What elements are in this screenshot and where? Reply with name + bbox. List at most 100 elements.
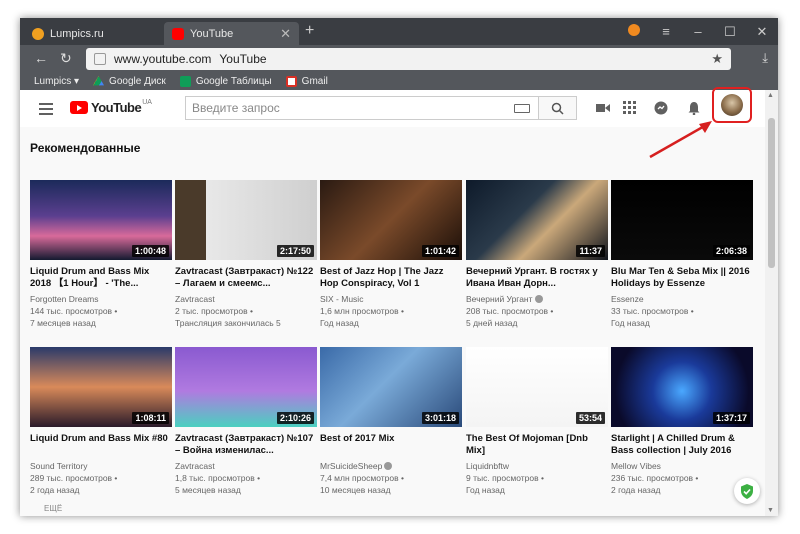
download-icon[interactable]: ⤓ (762, 50, 768, 66)
video-thumbnail[interactable]: 1:01:42 (320, 180, 462, 260)
video-card[interactable]: 1:08:11 Liquid Drum and Bass Mix #80 Sound… (30, 347, 172, 496)
keyboard-icon[interactable] (514, 104, 530, 113)
close-tab-icon[interactable]: ✕ (280, 26, 291, 42)
extension-icon[interactable] (618, 24, 650, 39)
logo-text: YouTube (91, 100, 142, 115)
channel-row: SIX - Music (320, 293, 462, 305)
avatar[interactable] (721, 94, 743, 116)
youtube-logo[interactable]: YouTube UA (70, 99, 152, 115)
view-count: 1,8 тыс. просмотров • (175, 473, 261, 483)
protect-shield-icon[interactable] (734, 478, 760, 504)
video-card[interactable]: 11:37 Вечерний Ургант. В гостях у Ивана И… (466, 180, 608, 329)
bookmark-label: Google Таблицы (195, 76, 272, 87)
channel-row: Вечерний Ургант (466, 293, 608, 305)
channel-name[interactable]: Zavtracast (175, 294, 215, 304)
upload-age: Год назад (466, 485, 505, 495)
channel-name[interactable]: Вечерний Ургант (466, 294, 533, 304)
upload-age: Год назад (611, 318, 650, 328)
video-title[interactable]: Zavtracast (Завтракаст) №107 – Война изм… (175, 433, 317, 457)
view-count: 33 тыс. просмотров • (611, 306, 694, 316)
tab-youtube[interactable]: YouTube ✕ (164, 22, 299, 45)
video-duration: 2:06:38 (712, 245, 750, 257)
verified-badge-icon (384, 462, 393, 470)
main-content: Рекомендованные 1:00:48 Liquid Drum and B… (20, 127, 765, 516)
reload-icon[interactable]: ↻ (60, 50, 72, 67)
video-card[interactable]: 2:17:50 Zavtracast (Завтракаст) №122 – Ла… (175, 180, 317, 329)
video-thumbnail[interactable]: 1:00:48 (30, 180, 172, 260)
view-count: 144 тыс. просмотров • (30, 306, 118, 316)
apps-grid-icon[interactable] (623, 101, 637, 115)
upload-video-icon[interactable] (596, 101, 610, 115)
page-scrollbar[interactable]: ▲ ▼ (765, 90, 778, 516)
video-title[interactable]: Blu Mar Ten & Seba Mix || 2016 Holidays … (611, 266, 753, 290)
channel-row: Sound Territory (30, 460, 172, 472)
more-label[interactable]: ЕЩЁ (44, 504, 62, 513)
video-title[interactable]: Liquid Drum and Bass Mix 2018 【1 Hour】 -… (30, 266, 172, 290)
upload-age: 2 года назад (30, 485, 80, 495)
gmail-icon (285, 76, 297, 87)
video-thumbnail[interactable]: 1:08:11 (30, 347, 172, 427)
video-card[interactable]: 1:00:48 Liquid Drum and Bass Mix 2018 【1 … (30, 180, 172, 329)
bookmark-gmail[interactable]: Gmail (285, 76, 328, 87)
video-thumbnail[interactable]: 2:10:26 (175, 347, 317, 427)
url-field[interactable]: www.youtube.com YouTube ★ (86, 48, 731, 70)
video-thumbnail[interactable]: 2:06:38 (611, 180, 753, 260)
tab-lumpics[interactable]: Lumpics.ru (24, 22, 164, 45)
video-duration: 53:54 (575, 412, 605, 424)
new-tab-icon[interactable]: + (305, 22, 314, 40)
video-title[interactable]: The Best Of Mojoman [Dnb Mix] (466, 433, 608, 457)
view-count: 2 тыс. просмотров • (175, 306, 253, 316)
hamburger-menu-icon[interactable] (39, 103, 53, 118)
notifications-bell-icon[interactable] (687, 101, 701, 115)
channel-name[interactable]: Forgotten Dreams (30, 294, 99, 304)
bookmark-google-drive[interactable]: Google Диск (93, 76, 166, 87)
scroll-down-icon[interactable]: ▼ (767, 507, 774, 514)
video-title[interactable]: Вечерний Ургант. В гостях у Ивана Иван Д… (466, 266, 608, 290)
video-card[interactable]: 1:37:17 Starlight | A Chilled Drum & Bass… (611, 347, 753, 496)
channel-row: Zavtracast (175, 293, 317, 305)
bookmarks-bar: Lumpics ▾ Google Диск Google Таблицы Gma… (20, 73, 778, 90)
search-button[interactable] (538, 96, 577, 120)
video-title[interactable]: Liquid Drum and Bass Mix #80 (30, 433, 172, 457)
back-arrow-icon[interactable]: ← (34, 50, 48, 66)
video-thumbnail[interactable]: 1:37:17 (611, 347, 753, 427)
maximize-icon[interactable]: ☐ (714, 24, 746, 40)
channel-name[interactable]: MrSuicideSheep (320, 461, 382, 471)
channel-row: Zavtracast (175, 460, 317, 472)
section-title: Рекомендованные (30, 141, 141, 155)
video-card[interactable]: 2:06:38 Blu Mar Ten & Seba Mix || 2016 Ho… (611, 180, 753, 329)
logo-region: UA (142, 99, 152, 106)
upload-age: 7 месяцев назад (30, 318, 96, 328)
search-input[interactable]: Введите запрос (185, 96, 539, 120)
scrollbar-thumb[interactable] (768, 118, 775, 268)
video-title[interactable]: Best of Jazz Hop | The Jazz Hop Conspira… (320, 266, 462, 290)
video-title[interactable]: Starlight | A Chilled Drum & Bass collec… (611, 433, 753, 457)
upload-age: Трансляция закончилась 5 (175, 318, 281, 328)
video-card[interactable]: 2:10:26 Zavtracast (Завтракаст) №107 – Во… (175, 347, 317, 496)
scroll-up-icon[interactable]: ▲ (767, 92, 774, 99)
account-avatar-highlight[interactable] (712, 87, 752, 123)
channel-name[interactable]: Liquidnbftw (466, 461, 509, 471)
messages-icon[interactable] (654, 101, 668, 115)
video-title[interactable]: Best of 2017 Mix (320, 433, 462, 457)
menu-icon[interactable]: ≡ (650, 24, 682, 39)
minimize-icon[interactable]: – (682, 24, 714, 39)
video-thumbnail[interactable]: 2:17:50 (175, 180, 317, 260)
video-card[interactable]: 3:01:18 Best of 2017 Mix MrSuicideSheep 7,4… (320, 347, 462, 496)
channel-name[interactable]: Zavtracast (175, 461, 215, 471)
bookmark-google-sheets[interactable]: Google Таблицы (179, 76, 272, 87)
video-thumbnail[interactable]: 3:01:18 (320, 347, 462, 427)
bookmark-star-icon[interactable]: ★ (711, 51, 723, 67)
close-window-icon[interactable]: ✕ (746, 24, 778, 40)
video-thumbnail[interactable]: 11:37 (466, 180, 608, 260)
video-card[interactable]: 53:54 The Best Of Mojoman [Dnb Mix] Liquid… (466, 347, 608, 496)
channel-name[interactable]: SIX - Music (320, 294, 363, 304)
channel-name[interactable]: Sound Territory (30, 461, 87, 471)
video-title[interactable]: Zavtracast (Завтракаст) №122 – Лагаем и … (175, 266, 317, 290)
channel-name[interactable]: Essenze (611, 294, 644, 304)
bookmark-label: Lumpics ▾ (34, 76, 80, 87)
bookmark-lumpics[interactable]: Lumpics ▾ (34, 76, 79, 87)
video-card[interactable]: 1:01:42 Best of Jazz Hop | The Jazz Hop C… (320, 180, 462, 329)
video-thumbnail[interactable]: 53:54 (466, 347, 608, 427)
channel-name[interactable]: Mellow Vibes (611, 461, 661, 471)
